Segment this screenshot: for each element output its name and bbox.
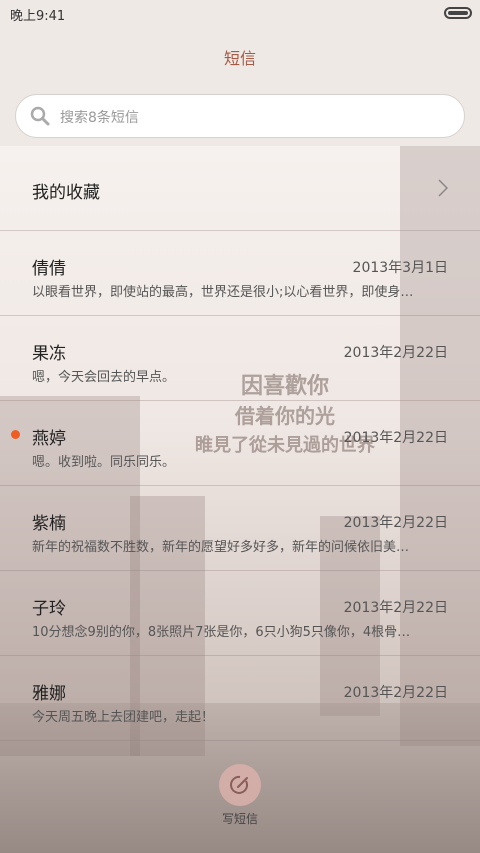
compose-icon xyxy=(230,775,249,794)
favorites-row[interactable]: 我的收藏 xyxy=(0,146,480,231)
contact-name: 子玲 xyxy=(32,599,66,619)
conversation-row[interactable]: 燕婷 2013年2月22日 嗯。收到啦。同乐同乐。 xyxy=(0,401,480,486)
battery-icon xyxy=(444,7,472,19)
search-icon xyxy=(30,106,50,126)
contact-name: 燕婷 xyxy=(32,429,66,449)
unread-dot-icon xyxy=(11,430,20,439)
contact-name: 倩倩 xyxy=(32,259,66,279)
conversation-row[interactable]: 倩倩 2013年3月1日 以眼看世界，即使站的最高，世界还是很小;以心看世界，即… xyxy=(0,231,480,316)
conversation-row[interactable]: 紫楠 2013年2月22日 新年的祝福数不胜数，新年的愿望好多好多，新年的问候依… xyxy=(0,486,480,571)
compose-button[interactable] xyxy=(219,764,261,806)
contact-name: 果冻 xyxy=(32,344,66,364)
message-preview: 新年的祝福数不胜数，新年的愿望好多好多，新年的问候依旧美… xyxy=(32,540,410,555)
status-bar: 晚上9:41 xyxy=(0,0,480,28)
compose-label: 写短信 xyxy=(221,812,258,826)
conversation-list: 我的收藏 倩倩 2013年3月1日 以眼看世界，即使站的最高，世界还是很小;以心… xyxy=(0,146,480,741)
message-preview: 嗯，今天会回去的早点。 xyxy=(32,370,176,385)
page-title: 短信 xyxy=(223,49,256,68)
message-date: 2013年2月22日 xyxy=(343,345,448,361)
status-time: 晚上9:41 xyxy=(10,9,66,24)
search-input[interactable]: 搜索8条短信 xyxy=(15,94,465,138)
message-date: 2013年2月22日 xyxy=(343,600,448,616)
conversation-row[interactable]: 子玲 2013年2月22日 10分想念9别的你，8张照片7张是你，6只小狗5只像… xyxy=(0,571,480,656)
message-preview: 今天周五晚上去团建吧，走起！ xyxy=(32,710,215,725)
contact-name: 雅娜 xyxy=(32,684,66,704)
message-date: 2013年3月1日 xyxy=(352,260,448,276)
message-date: 2013年2月22日 xyxy=(343,430,448,446)
conversation-row[interactable]: 雅娜 2013年2月22日 今天周五晚上去团建吧，走起！ xyxy=(0,656,480,741)
message-preview: 10分想念9别的你，8张照片7张是你，6只小狗5只像你，4根骨… xyxy=(32,625,411,640)
search-placeholder: 搜索8条短信 xyxy=(60,110,139,126)
message-preview: 以眼看世界，即使站的最高，世界还是很小;以心看世界，即使身… xyxy=(32,285,414,300)
title-bar: 短信 xyxy=(0,28,480,90)
message-date: 2013年2月22日 xyxy=(343,515,448,531)
message-date: 2013年2月22日 xyxy=(343,685,448,701)
conversation-row[interactable]: 果冻 2013年2月22日 嗯，今天会回去的早点。 xyxy=(0,316,480,401)
message-preview: 嗯。收到啦。同乐同乐。 xyxy=(32,455,176,470)
contact-name: 紫楠 xyxy=(32,514,66,534)
chevron-right-icon xyxy=(438,179,448,197)
favorites-label: 我的收藏 xyxy=(32,183,100,203)
